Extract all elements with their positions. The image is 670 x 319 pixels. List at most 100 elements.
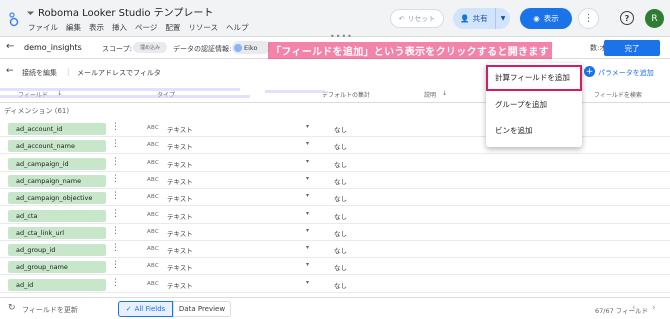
menu-insert[interactable]: 挿入	[112, 22, 127, 33]
share-dropdown-caret-icon[interactable]: ▼	[496, 15, 510, 22]
view-button[interactable]: ◉ 表示	[520, 8, 572, 29]
table-row[interactable]: ad_cta_link_url ⋮ ABC テキスト ▾ なし	[0, 224, 670, 241]
edit-connection-link[interactable]: 接続を編集	[22, 68, 57, 78]
field-type[interactable]: テキスト	[167, 280, 193, 290]
field-type[interactable]: テキスト	[167, 176, 193, 186]
field-aggregation[interactable]: なし	[334, 245, 347, 255]
field-aggregation[interactable]: なし	[334, 228, 347, 238]
field-name-chip[interactable]: ad_account_id	[8, 123, 106, 135]
add-parameter-link[interactable]: パラメータを追加	[598, 68, 654, 78]
document-title[interactable]: Roboma Looker Studio テンプレート	[26, 4, 248, 19]
field-aggregation[interactable]: なし	[334, 280, 347, 290]
type-dropdown-caret-icon[interactable]: ▾	[306, 140, 309, 147]
field-menu-icon[interactable]: ⋮	[111, 191, 120, 201]
field-aggregation[interactable]: なし	[334, 159, 347, 169]
type-dropdown-caret-icon[interactable]: ▾	[306, 192, 309, 199]
refresh-fields-link[interactable]: フィールドを更新	[22, 305, 78, 315]
field-type[interactable]: テキスト	[167, 228, 193, 238]
table-row[interactable]: ad_id ⋮ ABC テキスト ▾ なし	[0, 276, 670, 293]
type-dropdown-caret-icon[interactable]: ▾	[306, 123, 309, 130]
menu-resource[interactable]: リソース	[188, 22, 218, 33]
field-menu-icon[interactable]: ⋮	[111, 243, 120, 253]
more-options-icon[interactable]: ⋮	[578, 8, 599, 29]
add-parameter-plus-icon[interactable]: +	[584, 66, 595, 77]
scope-chip[interactable]: 埋め込み	[133, 42, 167, 53]
auth-chip[interactable]: Eiko	[232, 41, 270, 54]
refresh-icon[interactable]: ↻	[8, 303, 16, 313]
field-name-chip[interactable]: ad_campaign_objective	[8, 192, 106, 205]
field-menu-icon[interactable]: ⋮	[111, 122, 120, 132]
field-aggregation[interactable]: なし	[334, 211, 347, 221]
field-name-chip[interactable]: ad_id	[8, 278, 106, 291]
type-dropdown-caret-icon[interactable]: ▾	[306, 244, 309, 251]
menu-page[interactable]: ページ	[135, 22, 157, 33]
tab-data-preview[interactable]: Data Preview	[173, 301, 231, 317]
field-type[interactable]: テキスト	[167, 211, 193, 221]
tab-all-fields[interactable]: ✓ All Fields	[118, 301, 173, 317]
field-name-chip[interactable]: ad_campaign_name	[8, 174, 106, 187]
field-name-chip[interactable]: ad_cta	[8, 209, 106, 222]
type-dropdown-caret-icon[interactable]: ▾	[306, 279, 309, 286]
table-row[interactable]: ad_group_id ⋮ ABC テキスト ▾ なし	[0, 241, 670, 259]
field-name-chip[interactable]: ad_group_name	[8, 261, 106, 274]
add-group-item[interactable]: グループを追加	[486, 92, 582, 118]
field-menu-icon[interactable]: ⋮	[111, 226, 120, 236]
datasource-name[interactable]: demo_insights	[24, 43, 82, 52]
field-aggregation[interactable]: なし	[334, 141, 347, 151]
field-menu-icon[interactable]: ⋮	[111, 139, 120, 149]
share-button[interactable]: 👤 共有 ▼	[453, 8, 510, 29]
table-row[interactable]: ad_campaign_objective ⋮ ABC テキスト ▾ なし	[0, 189, 670, 207]
menu-arrange[interactable]: 配置	[165, 22, 180, 33]
field-type[interactable]: テキスト	[167, 245, 193, 255]
field-name-chip[interactable]: ad_cta_link_url	[8, 226, 106, 239]
back-arrow-icon[interactable]: ←	[6, 66, 14, 76]
avatar[interactable]: R	[645, 9, 664, 28]
type-dropdown-caret-icon[interactable]: ▾	[306, 158, 309, 165]
field-menu-icon[interactable]: ⋮	[111, 157, 120, 167]
field-menu-icon[interactable]: ⋮	[111, 209, 120, 219]
reset-button[interactable]: ↶ リセット	[390, 9, 444, 28]
type-dropdown-caret-icon[interactable]: ▾	[306, 210, 309, 217]
field-aggregation[interactable]: なし	[334, 262, 347, 272]
type-dropdown-caret-icon[interactable]: ▾	[306, 227, 309, 234]
done-button[interactable]: 完了	[604, 40, 660, 56]
share-label: 共有	[472, 14, 488, 23]
help-icon[interactable]: ?	[620, 11, 634, 25]
menu-view[interactable]: 表示	[89, 22, 104, 33]
chevron-right-icon[interactable]: ›	[652, 303, 656, 313]
header-description[interactable]: 説明	[424, 90, 436, 99]
field-aggregation[interactable]: なし	[334, 193, 347, 203]
field-name-chip[interactable]: ad_account_name	[8, 140, 106, 153]
field-aggregation[interactable]: なし	[334, 176, 347, 186]
field-menu-icon[interactable]: ⋮	[111, 174, 120, 184]
table-row[interactable]: ad_campaign_name ⋮ ABC テキスト ▾ なし	[0, 172, 670, 189]
field-type[interactable]: テキスト	[167, 193, 193, 203]
type-dropdown-caret-icon[interactable]: ▾	[306, 261, 309, 268]
email-filter-link[interactable]: メールアドレスでフィルタ	[77, 68, 161, 78]
sort-arrow-icon[interactable]: ↓	[442, 90, 447, 97]
field-aggregation[interactable]: なし	[334, 124, 347, 134]
back-arrow-icon[interactable]: ←	[6, 41, 14, 52]
menu-file[interactable]: ファイル	[28, 22, 58, 33]
field-menu-icon[interactable]: ⋮	[111, 278, 120, 288]
field-type[interactable]: テキスト	[167, 141, 193, 151]
table-row[interactable]: ad_group_name ⋮ ABC テキスト ▾ なし	[0, 258, 670, 276]
type-dropdown-caret-icon[interactable]: ▾	[306, 175, 309, 182]
field-search-input[interactable]: フィールドを検索	[594, 90, 642, 99]
menu-edit[interactable]: 編集	[66, 22, 81, 33]
field-type[interactable]: テキスト	[167, 159, 193, 169]
add-bin-item[interactable]: ビンを追加	[486, 118, 582, 144]
table-row[interactable]: ad_campaign_id ⋮ ABC テキスト ▾ なし	[0, 155, 670, 172]
looker-studio-logo-icon	[9, 12, 19, 27]
table-row[interactable]: ad_cta ⋮ ABC テキスト ▾ なし	[0, 207, 670, 224]
text-type-icon: ABC	[147, 159, 160, 166]
chevron-left-icon[interactable]: ‹	[632, 303, 636, 313]
text-type-icon: ABC	[147, 176, 160, 183]
menu-help[interactable]: ヘルプ	[226, 22, 249, 33]
add-calculated-field-item[interactable]: 計算フィールドを追加	[486, 65, 582, 91]
field-type[interactable]: テキスト	[167, 124, 193, 134]
field-type[interactable]: テキスト	[167, 262, 193, 272]
field-name-chip[interactable]: ad_campaign_id	[8, 157, 106, 170]
field-name-chip[interactable]: ad_group_id	[8, 244, 106, 257]
field-menu-icon[interactable]: ⋮	[111, 260, 120, 270]
